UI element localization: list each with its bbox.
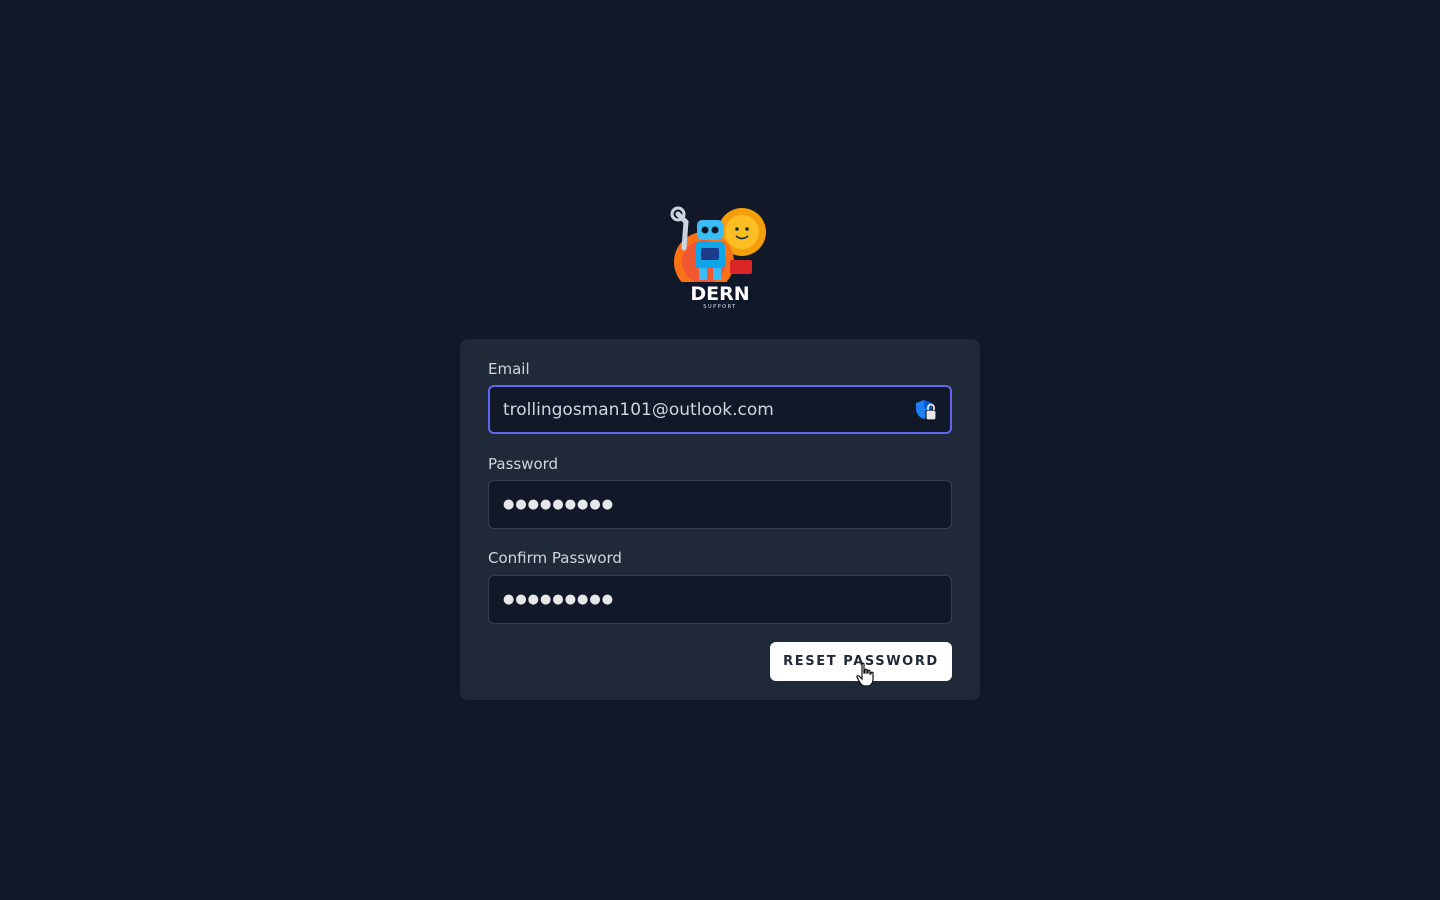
confirm-password-field[interactable]: ●●●●●●●●● — [488, 575, 952, 624]
password-field[interactable]: ●●●●●●●●● — [488, 480, 952, 529]
logo-sub-text: SUPPORT — [703, 304, 736, 310]
email-label: Email — [488, 360, 530, 378]
dern-support-logo: DERN SUPPORT — [670, 206, 768, 310]
confirm-password-label: Confirm Password — [488, 549, 622, 567]
shield-lock-icon[interactable] — [913, 397, 939, 423]
reset-password-page: DERN SUPPORT Email trollingosman101@outl… — [0, 0, 1440, 900]
confirm-password-value: ●●●●●●●●● — [503, 592, 615, 607]
email-field[interactable]: trollingosman101@outlook.com — [488, 385, 952, 434]
password-value: ●●●●●●●●● — [503, 497, 615, 512]
hand-pointer-icon — [856, 662, 874, 687]
logo-brand-text: DERN — [690, 283, 749, 305]
email-value: trollingosman101@outlook.com — [503, 399, 774, 420]
reset-password-card: Email trollingosman101@outlook.com Passw… — [460, 339, 980, 700]
password-label: Password — [488, 455, 559, 473]
